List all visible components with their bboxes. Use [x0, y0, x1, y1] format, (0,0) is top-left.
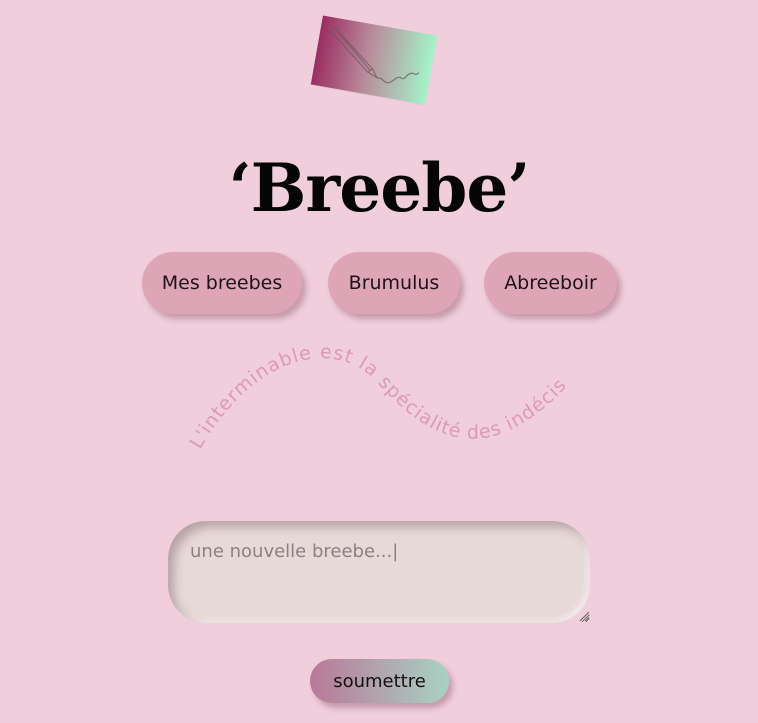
- resize-grip-icon[interactable]: [578, 610, 590, 622]
- nav-brumulus-button[interactable]: Brumulus: [328, 252, 460, 314]
- page-title: ‘Breebe’: [228, 149, 531, 227]
- wavy-tagline: L'interminable est la spécialité des ind…: [185, 341, 571, 452]
- nav-mes-breebes-button[interactable]: Mes breebes: [142, 252, 302, 314]
- tagline-text: L'interminable est la spécialité des ind…: [185, 341, 571, 452]
- nav-abreeboir-button[interactable]: Abreeboir: [484, 252, 617, 314]
- submit-button[interactable]: soumettre: [310, 659, 449, 703]
- logo: [310, 15, 438, 105]
- new-breebe-textarea[interactable]: [168, 521, 590, 623]
- pencil-drawing-icon: [329, 27, 420, 84]
